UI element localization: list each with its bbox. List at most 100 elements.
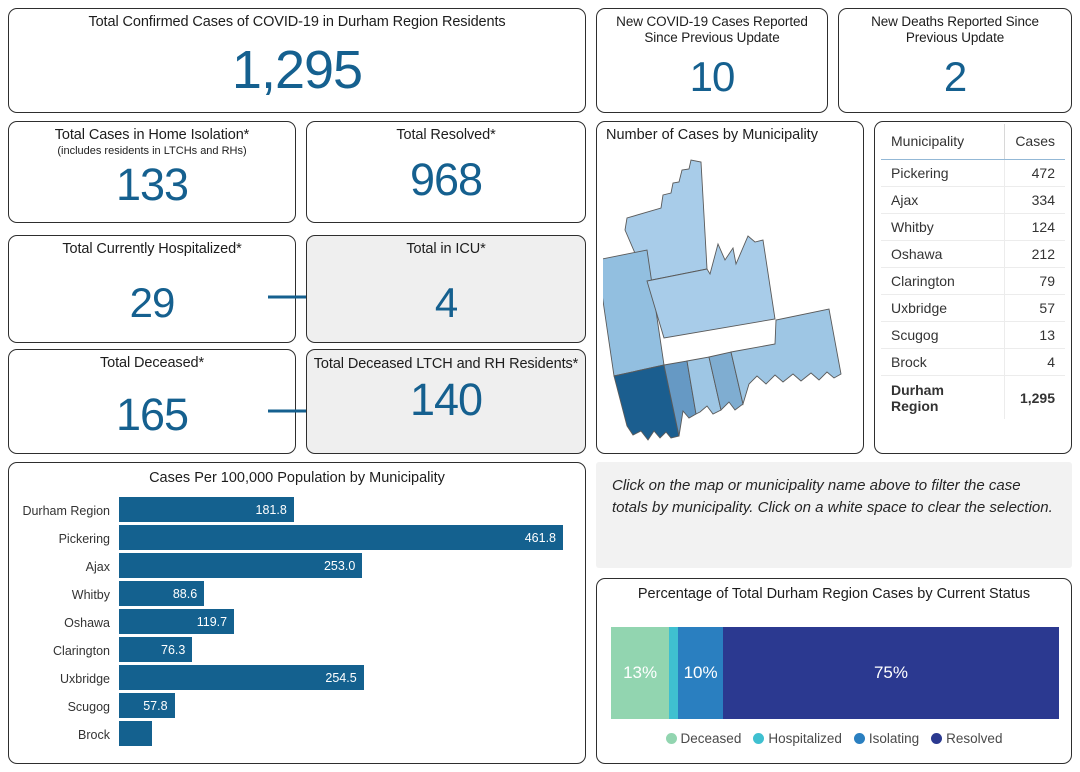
instructions-text: Click on the map or municipality name ab… xyxy=(612,477,1053,516)
legend-label-resolved: Resolved xyxy=(946,731,1003,746)
kpi-title-deceased: Total Deceased* xyxy=(99,355,205,371)
durham-region-map[interactable] xyxy=(596,148,859,448)
bar-row-durham-region[interactable]: Durham Region 181.8 xyxy=(9,497,563,525)
kpi-title-deceased-ltch: Total Deceased LTCH and RH Residents* xyxy=(313,356,579,372)
table-cell-cases: 4 xyxy=(1004,348,1065,376)
status-segment-hospitalized[interactable] xyxy=(669,627,679,719)
table-row[interactable]: Oshawa 212 xyxy=(881,240,1065,268)
bar-chart-title: Cases Per 100,000 Population by Municipa… xyxy=(149,470,445,486)
table-cell-cases: 212 xyxy=(1004,240,1065,268)
table-cell-municipality: Clarington xyxy=(881,267,1006,295)
status-segment-resolved[interactable]: 75% xyxy=(722,627,1059,719)
bar-row-brock[interactable]: Brock xyxy=(9,721,563,749)
kpi-card-hospitalized[interactable]: Total Currently Hospitalized* 29 xyxy=(8,235,296,343)
table-header-cases[interactable]: Cases xyxy=(1004,124,1065,160)
legend-dot-deceased xyxy=(665,733,677,744)
kpi-value-total-confirmed: 1,295 xyxy=(231,40,363,100)
legend-label-hospitalized: Hospitalized xyxy=(768,731,842,746)
kpi-title-resolved: Total Resolved* xyxy=(396,127,496,143)
bar-chart-panel[interactable]: Cases Per 100,000 Population by Municipa… xyxy=(8,462,586,764)
legend-item-deceased[interactable]: Deceased xyxy=(665,731,742,746)
bar-track: 57.8 xyxy=(119,693,563,721)
legend-item-resolved[interactable]: Resolved xyxy=(931,731,1002,746)
kpi-card-deceased[interactable]: Total Deceased* 165 xyxy=(8,349,296,454)
bar-row-ajax[interactable]: Ajax 253.0 xyxy=(9,553,563,581)
bar-row-clarington[interactable]: Clarington 76.3 xyxy=(9,637,563,665)
kpi-card-total-confirmed[interactable]: Total Confirmed Cases of COVID-19 in Dur… xyxy=(8,8,586,113)
municipality-table[interactable]: Municipality Cases Pickering 472 Ajax 33… xyxy=(881,124,1065,419)
kpi-card-icu[interactable]: Total in ICU* 4 xyxy=(306,235,586,343)
kpi-card-resolved[interactable]: Total Resolved* 968 xyxy=(306,121,586,223)
bar-fill[interactable]: 76.3 xyxy=(119,637,193,662)
table-header-municipality[interactable]: Municipality xyxy=(881,124,1006,160)
bar-fill[interactable]: 57.8 xyxy=(119,693,175,718)
status-legend: Deceased Hospitalized Isolating Resolved xyxy=(597,731,1071,746)
table-row[interactable]: Pickering 472 xyxy=(881,159,1065,187)
table-row[interactable]: Uxbridge 57 xyxy=(881,294,1065,322)
table-row[interactable]: Ajax 334 xyxy=(881,186,1065,214)
bar-fill[interactable]: 461.8 xyxy=(119,525,563,550)
bar-label: Pickering xyxy=(58,532,110,546)
kpi-value-hospitalized: 29 xyxy=(129,279,176,326)
bar-fill[interactable]: 88.6 xyxy=(119,581,205,606)
table-cell-municipality: Pickering xyxy=(881,159,1006,187)
table-cell-municipality: Ajax xyxy=(881,186,1006,214)
kpi-card-new-cases[interactable]: New COVID-19 Cases Reported Since Previo… xyxy=(596,8,828,113)
kpi-card-new-deaths[interactable]: New Deaths Reported Since Previous Updat… xyxy=(838,8,1072,113)
map-panel[interactable]: Number of Cases by Municipality xyxy=(596,121,864,454)
kpi-value-home-isolation: 133 xyxy=(115,159,189,210)
bar-track: 181.8 xyxy=(119,497,563,525)
status-percentage-panel[interactable]: Percentage of Total Durham Region Cases … xyxy=(596,578,1072,764)
status-segment-deceased[interactable]: 13% xyxy=(611,627,670,719)
kpi-title-new-cases: New COVID-19 Cases Reported Since Previo… xyxy=(616,14,808,45)
bar-label: Durham Region xyxy=(22,504,110,518)
bar-fill[interactable]: 119.7 xyxy=(119,609,235,634)
bar-fill[interactable]: 181.8 xyxy=(119,497,294,522)
kpi-title-hospitalized: Total Currently Hospitalized* xyxy=(62,241,242,257)
bar-label: Oshawa xyxy=(64,616,110,630)
kpi-card-home-isolation[interactable]: Total Cases in Home Isolation* (includes… xyxy=(8,121,296,223)
legend-label-isolating: Isolating xyxy=(868,731,920,746)
table-row[interactable]: Whitby 124 xyxy=(881,213,1065,241)
table-total-row[interactable]: Durham Region 1,295 xyxy=(881,375,1065,419)
bar-value: 254.5 xyxy=(325,670,357,685)
bar-value: 181.8 xyxy=(255,502,287,517)
bar-row-scugog[interactable]: Scugog 57.8 xyxy=(9,693,563,721)
bar-label: Clarington xyxy=(53,644,110,658)
status-segment-label-isolating: 10% xyxy=(683,663,718,682)
legend-label-deceased: Deceased xyxy=(680,731,742,746)
table-row[interactable]: Clarington 79 xyxy=(881,267,1065,295)
bar-value: 88.6 xyxy=(172,586,198,601)
legend-item-hospitalized[interactable]: Hospitalized xyxy=(753,731,842,746)
bar-fill[interactable]: 253.0 xyxy=(119,553,363,578)
bar-track: 253.0 xyxy=(119,553,563,581)
kpi-value-new-deaths: 2 xyxy=(943,53,967,100)
legend-item-isolating[interactable]: Isolating xyxy=(853,731,920,746)
table-row[interactable]: Scugog 13 xyxy=(881,321,1065,349)
table-cell-municipality: Scugog xyxy=(881,321,1006,349)
legend-dot-hospitalized xyxy=(753,733,765,744)
bar-track xyxy=(119,721,563,749)
bar-label: Brock xyxy=(78,728,110,742)
bar-row-oshawa[interactable]: Oshawa 119.7 xyxy=(9,609,563,637)
municipality-table-panel[interactable]: Municipality Cases Pickering 472 Ajax 33… xyxy=(874,121,1072,454)
status-segment-isolating[interactable]: 10% xyxy=(678,627,723,719)
bar-row-uxbridge[interactable]: Uxbridge 254.5 xyxy=(9,665,563,693)
table-body: Pickering 472 Ajax 334 Whitby 124 Oshawa… xyxy=(881,159,1065,419)
bar-fill[interactable] xyxy=(119,721,152,746)
table-cell-municipality: Whitby xyxy=(881,213,1006,241)
bar-label: Uxbridge xyxy=(59,672,110,686)
bar-row-whitby[interactable]: Whitby 88.6 xyxy=(9,581,563,609)
bar-label: Scugog xyxy=(67,700,110,714)
bar-row-pickering[interactable]: Pickering 461.8 xyxy=(9,525,563,553)
status-segment-label-resolved: 75% xyxy=(873,663,908,682)
table-row[interactable]: Brock 4 xyxy=(881,348,1065,376)
kpi-title-new-deaths: New Deaths Reported Since Previous Updat… xyxy=(871,14,1039,45)
kpi-value-deceased-ltch: 140 xyxy=(409,374,483,425)
bar-fill[interactable]: 254.5 xyxy=(119,665,364,690)
kpi-card-deceased-ltch[interactable]: Total Deceased LTCH and RH Residents* 14… xyxy=(306,349,586,454)
bar-track: 88.6 xyxy=(119,581,563,609)
status-chart-title: Percentage of Total Durham Region Cases … xyxy=(637,586,1031,602)
map-svg[interactable] xyxy=(596,148,859,448)
status-segment-label-deceased: 13% xyxy=(623,663,658,682)
